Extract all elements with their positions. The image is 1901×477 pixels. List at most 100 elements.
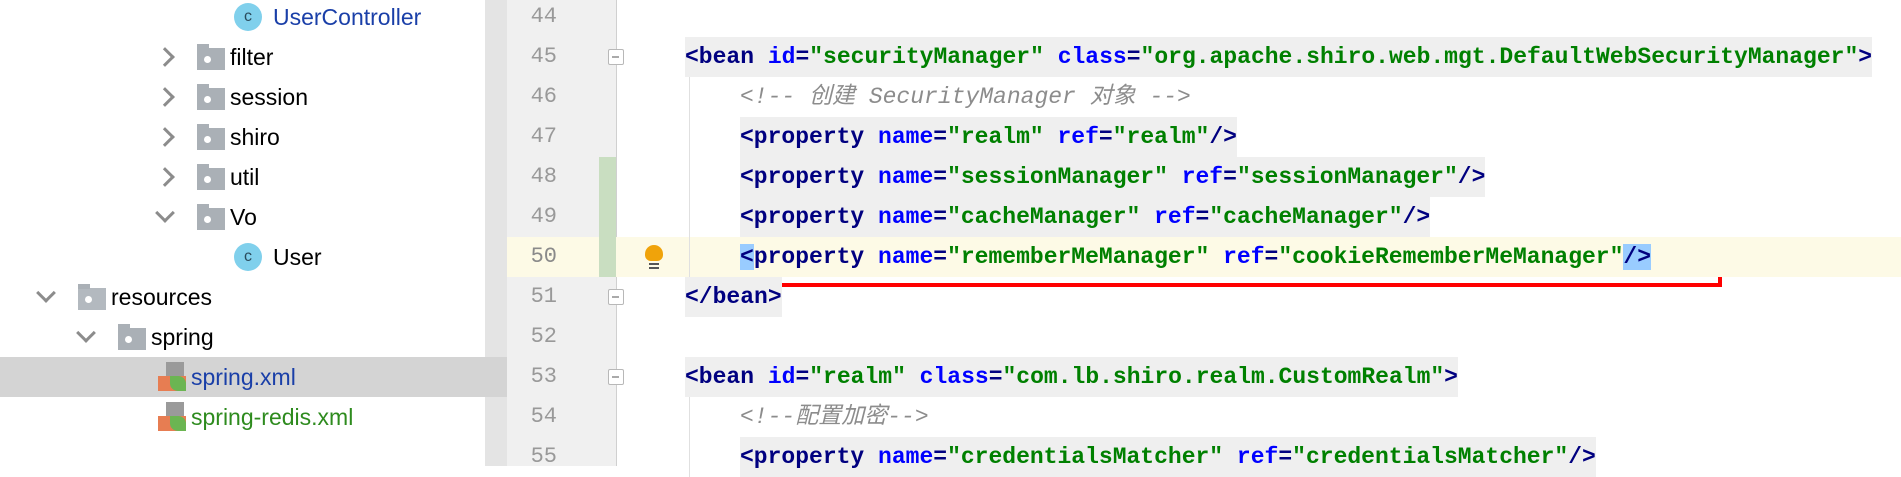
code-token-tag: =: [933, 204, 948, 230]
code-token-tag: <property: [740, 444, 879, 470]
tree-item-session[interactable]: session: [0, 77, 507, 117]
code-token-tag: <bean: [685, 364, 768, 390]
code-token-com: <!-- 创建 SecurityManager 对象 -->: [740, 84, 1191, 110]
tree-item-filter[interactable]: filter: [0, 37, 507, 77]
chevron-down-icon[interactable]: [155, 203, 175, 223]
line-number: 54: [530, 404, 557, 429]
code-token-tag: =: [933, 244, 948, 270]
code-token-attr: name: [878, 204, 934, 230]
intention-bulb-icon[interactable]: [645, 245, 665, 269]
code-line[interactable]: <!--配置加密-->: [740, 397, 929, 437]
tree-item-spring[interactable]: spring: [0, 317, 507, 357]
tree-item-vo[interactable]: Vo: [0, 197, 507, 237]
code-token-val: "cacheManager": [1209, 204, 1403, 230]
code-token-brace: />: [1623, 244, 1652, 270]
code-token-tag: =: [1126, 44, 1141, 70]
code-token-attr: id: [767, 44, 796, 70]
code-token-val: "sessionManager": [947, 164, 1182, 190]
chevron-right-icon[interactable]: [155, 47, 175, 67]
code-token-attr: name: [878, 444, 934, 470]
code-token-tag: <property: [740, 164, 879, 190]
tree-item-label: util: [230, 163, 260, 190]
code-line[interactable]: <bean id="securityManager" class="org.ap…: [685, 37, 1873, 77]
line-number: 52: [530, 324, 557, 349]
line-number: 49: [530, 204, 557, 229]
vcs-change-marker[interactable]: [599, 157, 616, 277]
code-token-val: "realm": [947, 124, 1058, 150]
chevron-right-icon[interactable]: [155, 87, 175, 107]
tree-item-resources[interactable]: resources: [0, 277, 507, 317]
code-token-tag: />: [1568, 444, 1596, 470]
code-token-tag: =: [1195, 204, 1210, 230]
icon-part: [166, 402, 184, 416]
code-token-val: "cacheManager": [947, 204, 1155, 230]
tree-item-usercontroller[interactable]: c UserController: [0, 0, 507, 37]
line-number: 47: [530, 124, 557, 149]
code-token-attr: class: [1057, 44, 1127, 70]
chevron-down-icon[interactable]: [36, 283, 56, 303]
code-token-attr: ref: [1057, 124, 1099, 150]
code-token-tag: <bean: [685, 44, 768, 70]
tree-item-label: filter: [230, 43, 274, 70]
fold-marker-icon[interactable]: [608, 289, 624, 305]
code-token-attr: id: [767, 364, 796, 390]
code-line[interactable]: </bean>: [685, 277, 782, 317]
code-token-tag: =: [1223, 164, 1237, 190]
class-icon: c: [234, 3, 262, 31]
code-token-attr: ref: [1181, 164, 1224, 190]
code-token-val: "cookieRememberMeManager": [1278, 244, 1624, 270]
code-line[interactable]: <bean id="realm" class="com.lb.shiro.rea…: [685, 357, 1458, 397]
folder-icon: [197, 124, 225, 150]
code-token-brace: <: [740, 244, 754, 270]
icon-part: [170, 376, 186, 391]
line-number: 45: [530, 44, 557, 69]
tree-item-spring-redis-xml[interactable]: spring-redis.xml: [0, 397, 507, 437]
code-token-attr: name: [878, 164, 934, 190]
folder-icon: [197, 164, 225, 190]
tree-item-shiro[interactable]: shiro: [0, 117, 507, 157]
fold-marker-icon[interactable]: [608, 49, 624, 65]
chevron-down-icon[interactable]: [76, 323, 96, 343]
code-line[interactable]: <property name="rememberMeManager" ref="…: [740, 237, 1652, 277]
code-token-val: "securityManager": [809, 44, 1058, 70]
code-token-tag: =: [933, 444, 948, 470]
code-token-tag: >: [1858, 44, 1873, 70]
chevron-right-icon[interactable]: [155, 167, 175, 187]
code-line[interactable]: <property name="credentialsMatcher" ref=…: [740, 437, 1596, 477]
code-token-tag: =: [988, 364, 1003, 390]
indent-guide: [689, 397, 690, 477]
code-token-val: "sessionManager": [1236, 164, 1458, 190]
code-line[interactable]: <property name="cacheManager" ref="cache…: [740, 197, 1431, 237]
code-token-attr: class: [919, 364, 989, 390]
spring-xml-file-icon: [158, 402, 186, 432]
line-number: 51: [530, 284, 557, 309]
icon-part: [170, 416, 186, 431]
line-number: 48: [530, 164, 557, 189]
chevron-right-icon[interactable]: [155, 127, 175, 147]
gutter-divider: [616, 0, 617, 466]
folder-icon: [118, 324, 146, 350]
code-token-attr: ref: [1236, 444, 1279, 470]
folder-icon: [197, 84, 225, 110]
line-number: 44: [530, 4, 557, 29]
tree-item-user[interactable]: c User: [0, 237, 507, 277]
tree-item-label: spring.xml: [191, 363, 296, 390]
spring-xml-file-icon: [158, 362, 186, 392]
code-token-val: "realm": [809, 364, 920, 390]
code-token-attr: name: [878, 244, 934, 270]
code-line[interactable]: <property name="realm" ref="realm"/>: [740, 117, 1237, 157]
tree-item-label: spring-redis.xml: [191, 403, 354, 430]
fold-marker-icon[interactable]: [608, 369, 624, 385]
code-token-tag: =: [795, 44, 810, 70]
tree-item-util[interactable]: util: [0, 157, 507, 197]
code-line[interactable]: <!-- 创建 SecurityManager 对象 -->: [740, 77, 1191, 117]
code-token-tag: =: [1098, 124, 1113, 150]
code-token-val: "com.lb.shiro.realm.CustomRealm": [1002, 364, 1445, 390]
code-token-tag: />: [1402, 204, 1431, 230]
tree-item-spring-xml[interactable]: spring.xml: [0, 357, 507, 397]
tree-item-label: User: [273, 243, 322, 270]
code-line[interactable]: <property name="sessionManager" ref="ses…: [740, 157, 1486, 197]
tree-item-label: resources: [111, 283, 212, 310]
code-token-tag: <property: [740, 204, 879, 230]
line-number: 55: [530, 444, 557, 469]
